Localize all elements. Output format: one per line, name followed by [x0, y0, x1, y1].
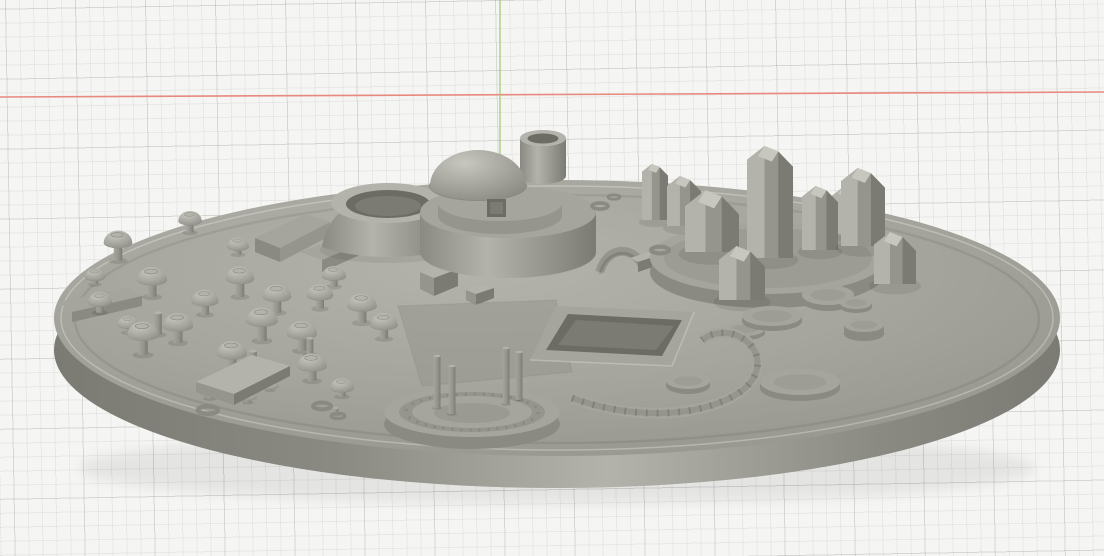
viewport-canvas[interactable] — [0, 0, 1104, 556]
pillar-post — [514, 350, 524, 402]
crystal — [741, 146, 799, 270]
stone-pad — [844, 318, 884, 341]
stone-pad — [840, 297, 872, 313]
x-axis-line — [0, 91, 1104, 98]
crystal — [638, 164, 672, 228]
pavilion-center — [434, 403, 510, 423]
pillar-post — [447, 364, 457, 416]
doorway-inner — [490, 202, 503, 214]
pillar-post — [501, 346, 511, 406]
domed-observatory — [420, 130, 596, 278]
crater-floor — [355, 196, 421, 216]
round-pavilion — [384, 387, 560, 449]
model-body[interactable] — [54, 130, 1060, 504]
pillar-post — [432, 354, 442, 410]
cad-viewport[interactable] — [0, 0, 1104, 556]
stone-pad — [666, 373, 710, 394]
stone-pad — [742, 306, 802, 331]
stone-pad — [760, 369, 840, 401]
dome — [430, 150, 526, 200]
smokestack-hole — [527, 133, 559, 144]
